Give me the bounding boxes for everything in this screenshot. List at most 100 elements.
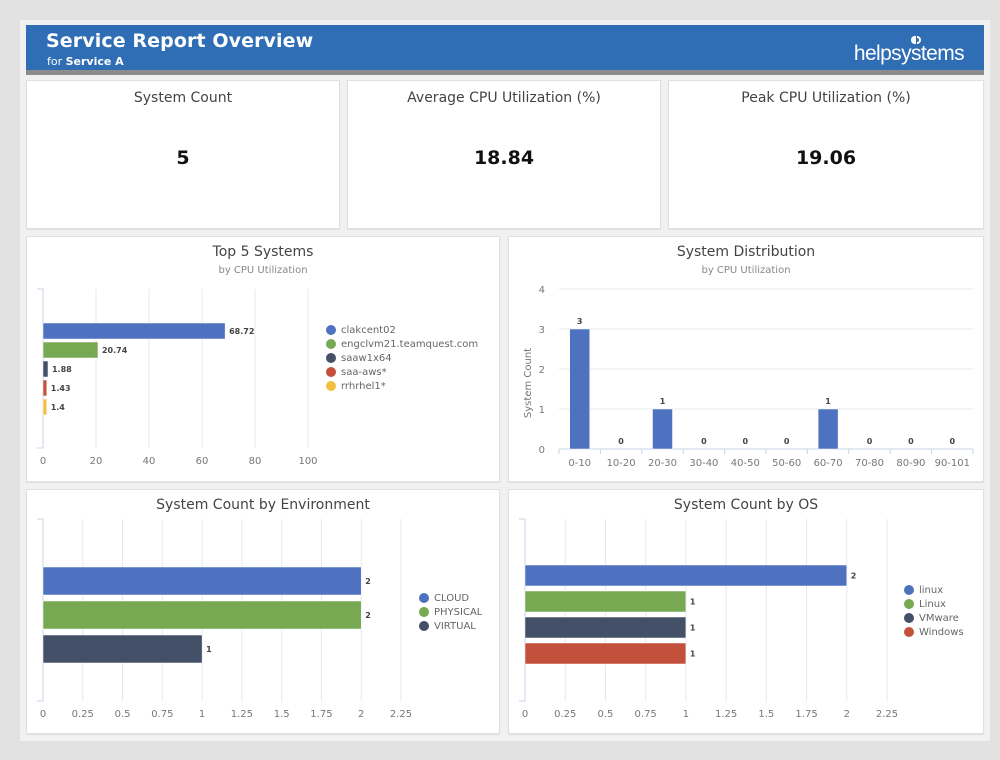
x-tick-label: 0.5 xyxy=(115,709,131,720)
bar xyxy=(524,590,687,613)
y-tick-label: 2 xyxy=(539,365,545,376)
kpi-average-cpu: Average CPU Utilization (%) 18.84 xyxy=(347,80,661,229)
chart-legend: linux Linux VMware Windows xyxy=(904,583,964,639)
chart-card-environment: System Count by Environment 0 0.25 0.5 0.75… xyxy=(26,489,500,734)
bar xyxy=(652,408,673,450)
legend-item[interactable]: VMware xyxy=(904,611,964,625)
logo-text: helpsystems xyxy=(853,42,965,65)
legend-swatch-icon xyxy=(326,339,336,349)
x-tick-label: 0 xyxy=(522,709,528,720)
data-label: 68.72 xyxy=(229,327,254,336)
legend-item[interactable]: clakcent02 xyxy=(326,323,478,337)
bar xyxy=(524,642,687,665)
legend-swatch-icon xyxy=(904,627,914,637)
legend-label: CLOUD xyxy=(434,592,470,604)
legend-item[interactable]: rrhrhel1* xyxy=(326,379,478,393)
kpi-value: 19.06 xyxy=(795,147,857,169)
data-label: 0 xyxy=(908,437,914,446)
data-label: 0 xyxy=(743,437,749,446)
x-tick-label: 1.25 xyxy=(715,709,737,720)
legend-item[interactable]: CLOUD xyxy=(419,591,482,605)
bar xyxy=(42,322,226,340)
y-tick-label: 4 xyxy=(539,285,545,296)
bar xyxy=(42,398,47,416)
legend-swatch-icon xyxy=(419,621,429,631)
helpsystems-logo: helpsystems xyxy=(844,34,965,66)
data-label: 3 xyxy=(577,317,583,326)
x-tick-label: 2.25 xyxy=(390,709,412,720)
bar xyxy=(524,564,848,587)
x-tick-label: 1.5 xyxy=(758,709,774,720)
legend-item[interactable]: saa-aws* xyxy=(326,365,478,379)
y-axis-line xyxy=(519,518,526,702)
legend-label: PHYSICAL xyxy=(434,606,483,618)
legend-swatch-icon xyxy=(326,325,336,335)
legend-swatch-icon xyxy=(419,593,429,603)
x-tick-label: 20 xyxy=(90,456,103,467)
x-tick-label: 30-40 xyxy=(689,458,718,469)
x-tick-label: 80-90 xyxy=(896,458,925,469)
data-label: 1 xyxy=(206,645,212,654)
x-tick-label: 0-10 xyxy=(568,458,591,469)
y-axis-line xyxy=(37,518,44,702)
legend-label: saa-aws* xyxy=(341,366,387,378)
bar xyxy=(42,379,48,397)
x-tick-label: 40-50 xyxy=(731,458,760,469)
x-tick-label: 1.75 xyxy=(310,709,332,720)
data-label: 0 xyxy=(618,437,624,446)
legend-item[interactable]: engclvm21.teamquest.com xyxy=(326,337,478,351)
x-tick-label: 0 xyxy=(40,456,46,467)
kpi-peak-cpu: Peak CPU Utilization (%) 19.06 xyxy=(668,80,984,229)
x-tick-label: 2 xyxy=(844,709,850,720)
data-label: 1.43 xyxy=(51,384,71,393)
legend-swatch-icon xyxy=(326,367,336,377)
data-label: 2 xyxy=(365,611,371,620)
legend-item[interactable]: PHYSICAL xyxy=(419,605,482,619)
x-tick-label: 0.5 xyxy=(597,709,613,720)
x-tick-label: 0.75 xyxy=(151,709,173,720)
system-distribution-chart: 0 1 2 3 4 System Count 3 0-10 0 10-20 1 20-30 0 30-40… xyxy=(523,285,974,469)
x-tick-label: 90-101 xyxy=(935,458,970,469)
bar xyxy=(42,566,362,596)
x-tick-label: 1.5 xyxy=(274,709,290,720)
legend-label: Linux xyxy=(919,598,946,610)
x-tick-label: 40 xyxy=(143,456,156,467)
legend-item[interactable]: saaw1x64 xyxy=(326,351,478,365)
data-label: 2 xyxy=(365,577,371,586)
x-tick-label: 0.75 xyxy=(635,709,657,720)
legend-label: VIRTUAL xyxy=(434,620,476,632)
page-subtitle: for Service A xyxy=(47,55,124,68)
data-label: 1.4 xyxy=(51,403,66,412)
data-label: 1 xyxy=(660,397,666,406)
x-tick-label: 1 xyxy=(683,709,689,720)
legend-item[interactable]: linux xyxy=(904,583,964,597)
kpi-label: Peak CPU Utilization (%) xyxy=(741,90,911,106)
x-tick-label: 1.25 xyxy=(231,709,253,720)
data-label: 1 xyxy=(690,650,696,659)
bar xyxy=(42,341,99,359)
legend-swatch-icon xyxy=(326,381,336,391)
legend-swatch-icon xyxy=(904,613,914,623)
x-tick-label: 2.25 xyxy=(876,709,898,720)
legend-swatch-icon xyxy=(419,607,429,617)
y-tick-label: 1 xyxy=(539,405,545,416)
legend-item[interactable]: Windows xyxy=(904,625,964,639)
x-tick-label: 60-70 xyxy=(814,458,843,469)
legend-item[interactable]: VIRTUAL xyxy=(419,619,482,633)
chart-legend: clakcent02 engclvm21.teamquest.com saaw1x6… xyxy=(326,323,478,393)
x-tick-label: 100 xyxy=(298,456,317,467)
legend-label: saaw1x64 xyxy=(341,352,392,364)
x-tick-label: 2 xyxy=(358,709,364,720)
legend-item[interactable]: Linux xyxy=(904,597,964,611)
x-tick-label: 0.25 xyxy=(72,709,94,720)
legend-swatch-icon xyxy=(904,599,914,609)
x-tick-label: 60 xyxy=(196,456,209,467)
legend-label: rrhrhel1* xyxy=(341,380,386,392)
data-label: 1 xyxy=(690,598,696,607)
chart-card-system-distribution: System Distribution by CPU Utilization 0… xyxy=(508,236,984,482)
data-label: 0 xyxy=(701,437,707,446)
chart-card-os: System Count by OS 0 0.25 0.5 0.75 1 1.25 1.5 1… xyxy=(508,489,984,734)
legend-label: linux xyxy=(919,584,944,596)
x-tick-label: 80 xyxy=(249,456,262,467)
kpi-system-count: System Count 5 xyxy=(26,80,340,229)
